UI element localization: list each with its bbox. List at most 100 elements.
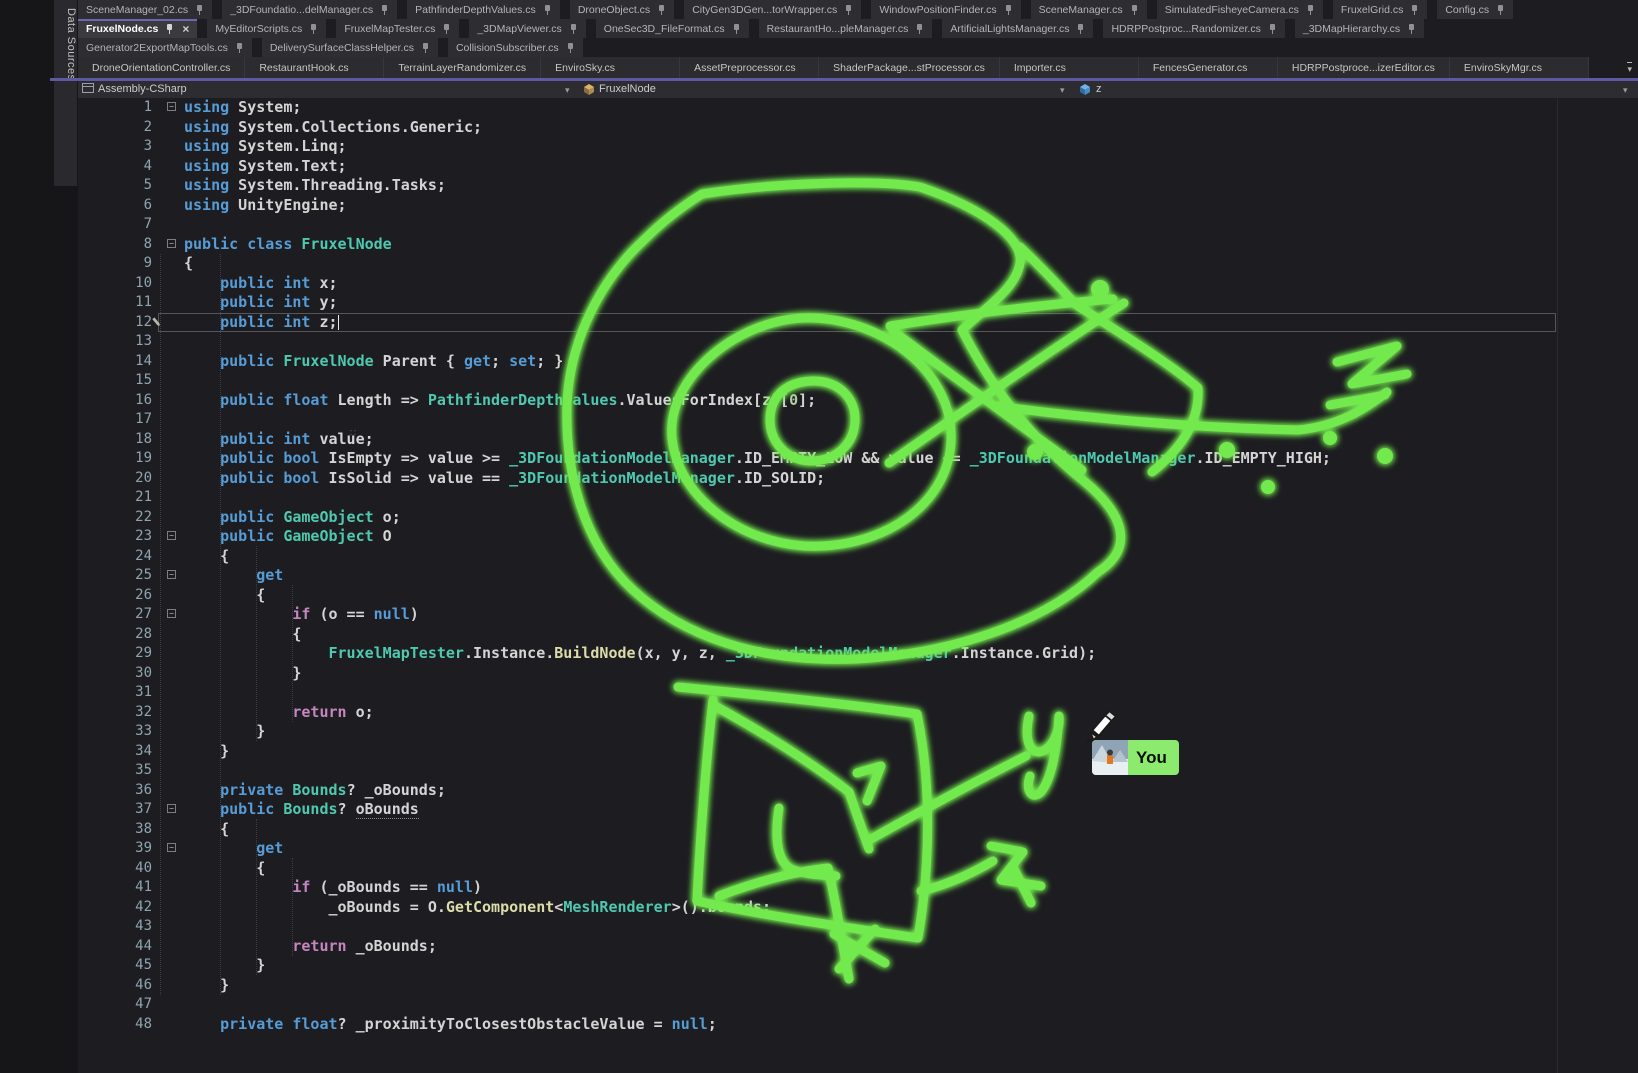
file-tab[interactable]: FruxelMapTester.cs bbox=[336, 19, 459, 38]
code-line[interactable]: 42 _oBounds = O.GetComponent<MeshRendere… bbox=[0, 898, 1638, 918]
pin-icon[interactable] bbox=[165, 23, 174, 34]
code-line[interactable]: 4using System.Text; bbox=[0, 157, 1638, 177]
code-line[interactable]: 21 bbox=[0, 488, 1638, 508]
code-line[interactable]: 1−using System; bbox=[0, 98, 1638, 118]
code-line[interactable]: 32 return o; bbox=[0, 703, 1638, 723]
fold-collapse-icon[interactable]: − bbox=[167, 102, 176, 111]
code-line[interactable]: 36 private Bounds? _oBounds; bbox=[0, 781, 1638, 801]
code-line[interactable]: 12 public int z; bbox=[0, 313, 1638, 333]
file-tab[interactable]: _3DFoundatio...delManager.cs bbox=[222, 0, 397, 19]
code-line[interactable]: 24 { bbox=[0, 547, 1638, 567]
code-line[interactable]: 19 public bool IsEmpty => value >= _3DFo… bbox=[0, 449, 1638, 469]
file-tab[interactable]: WindowPositionFinder.cs bbox=[871, 0, 1020, 19]
pin-icon[interactable] bbox=[1004, 4, 1013, 15]
code-line[interactable]: 30 } bbox=[0, 664, 1638, 684]
pin-icon[interactable] bbox=[657, 4, 666, 15]
pin-icon[interactable] bbox=[844, 4, 853, 15]
file-tab[interactable]: DeliverySurfaceClassHelper.cs bbox=[262, 38, 438, 57]
code-line[interactable]: 14 public FruxelNode Parent { get; set; … bbox=[0, 352, 1638, 372]
file-tab[interactable]: SimulatedFisheyeCamera.cs bbox=[1157, 0, 1323, 19]
file-tab[interactable]: CollisionSubscriber.cs bbox=[448, 38, 583, 57]
code-line[interactable]: 33 } bbox=[0, 722, 1638, 742]
file-tab[interactable]: Importer.cs bbox=[1000, 57, 1139, 78]
code-line[interactable]: 40 { bbox=[0, 859, 1638, 879]
file-tab[interactable]: ArtificialLightsManager.cs bbox=[942, 19, 1093, 38]
file-tab[interactable]: FruxelNode.cs× bbox=[78, 19, 197, 38]
code-line[interactable]: 23− public GameObject O bbox=[0, 527, 1638, 547]
code-line[interactable]: 3using System.Linq; bbox=[0, 137, 1638, 157]
file-tab[interactable]: FencesGenerator.cs bbox=[1139, 57, 1278, 78]
code-line[interactable]: 10 public int x; bbox=[0, 274, 1638, 294]
file-tab[interactable]: FruxelGrid.cs bbox=[1333, 0, 1427, 19]
code-line[interactable]: 25− get bbox=[0, 566, 1638, 586]
pin-icon[interactable] bbox=[1410, 4, 1419, 15]
code-line[interactable]: 47 bbox=[0, 995, 1638, 1015]
code-editor[interactable]: :: 1−using System;2using System.Collecti… bbox=[0, 0, 1638, 1073]
close-icon[interactable]: × bbox=[182, 23, 189, 35]
pin-icon[interactable] bbox=[732, 23, 741, 34]
code-line[interactable]: 31 bbox=[0, 683, 1638, 703]
file-tab[interactable]: AssetPreprocessor.cs bbox=[680, 57, 819, 78]
code-line[interactable]: 16 public float Length => PathfinderDept… bbox=[0, 391, 1638, 411]
code-line[interactable]: 2using System.Collections.Generic; bbox=[0, 118, 1638, 138]
code-line[interactable]: 9{ bbox=[0, 254, 1638, 274]
code-line[interactable]: 45 } bbox=[0, 956, 1638, 976]
file-tab[interactable]: CityGen3DGen...torWrapper.cs bbox=[684, 0, 861, 19]
chevron-down-icon[interactable]: ▾ bbox=[1060, 85, 1065, 96]
code-line[interactable]: 27− if (o == null) bbox=[0, 605, 1638, 625]
breadcrumb-member[interactable]: z bbox=[1096, 83, 1102, 95]
file-tab[interactable]: Generator2ExportMapTools.cs bbox=[78, 38, 252, 57]
code-line[interactable]: 34 } bbox=[0, 742, 1638, 762]
file-tab[interactable]: SceneManager.cs bbox=[1031, 0, 1147, 19]
data-sources-tab[interactable]: Data Sources bbox=[54, 0, 77, 186]
pin-icon[interactable] bbox=[566, 42, 575, 53]
code-line[interactable]: 43 bbox=[0, 917, 1638, 937]
pin-icon[interactable] bbox=[1130, 4, 1139, 15]
file-tab[interactable]: DroneObject.cs bbox=[570, 0, 674, 19]
file-tab[interactable]: OneSec3D_FileFormat.cs bbox=[596, 19, 749, 38]
file-tab[interactable]: Config.cs bbox=[1437, 0, 1513, 19]
code-line[interactable]: 18 public int value; bbox=[0, 430, 1638, 450]
pin-icon[interactable] bbox=[421, 42, 430, 53]
file-tab[interactable]: TerrainLayerRandomizer.cs bbox=[384, 57, 541, 78]
code-line[interactable]: 8−public class FruxelNode bbox=[0, 235, 1638, 255]
pin-icon[interactable] bbox=[569, 23, 578, 34]
breadcrumb-project[interactable]: Assembly-CSharp bbox=[98, 83, 187, 95]
pin-icon[interactable] bbox=[195, 4, 204, 15]
code-line[interactable]: 39− get bbox=[0, 839, 1638, 859]
file-tab[interactable]: PathfinderDepthValues.cs bbox=[407, 0, 560, 19]
code-line[interactable]: 29 FruxelMapTester.Instance.BuildNode(x,… bbox=[0, 644, 1638, 664]
pin-icon[interactable] bbox=[915, 23, 924, 34]
pin-icon[interactable] bbox=[1407, 23, 1416, 34]
code-line[interactable]: 20 public bool IsSolid => value == _3DFo… bbox=[0, 469, 1638, 489]
file-tab[interactable]: EnviroSky.cs bbox=[541, 57, 680, 78]
pin-icon[interactable] bbox=[1306, 4, 1315, 15]
tab-overflow-icon[interactable]: ▾ bbox=[1627, 62, 1632, 74]
fold-collapse-icon[interactable]: − bbox=[167, 843, 176, 852]
fold-collapse-icon[interactable]: − bbox=[167, 531, 176, 540]
breadcrumb-type[interactable]: FruxelNode bbox=[599, 83, 656, 95]
code-line[interactable]: 41 if (_oBounds == null) bbox=[0, 878, 1638, 898]
file-tab[interactable]: _3DMapHierarchy.cs bbox=[1295, 19, 1424, 38]
fold-collapse-icon[interactable]: − bbox=[167, 804, 176, 813]
code-line[interactable]: 22 public GameObject o; bbox=[0, 508, 1638, 528]
code-line[interactable]: 46 } bbox=[0, 976, 1638, 996]
pin-icon[interactable] bbox=[309, 23, 318, 34]
code-line[interactable]: 17 bbox=[0, 410, 1638, 430]
code-line[interactable]: 5using System.Threading.Tasks; bbox=[0, 176, 1638, 196]
file-tab[interactable]: SceneManager_02.cs bbox=[78, 0, 212, 19]
code-line[interactable]: 11 public int y; bbox=[0, 293, 1638, 313]
code-line[interactable]: 13 bbox=[0, 332, 1638, 352]
file-tab[interactable]: HDRPPostproce...izerEditor.cs bbox=[1278, 57, 1450, 78]
pin-icon[interactable] bbox=[1076, 23, 1085, 34]
code-line[interactable]: 48 private float? _proximityToClosestObs… bbox=[0, 1015, 1638, 1035]
fold-collapse-icon[interactable]: − bbox=[167, 609, 176, 618]
chevron-down-icon[interactable]: ▾ bbox=[1623, 85, 1628, 96]
file-tab[interactable]: DroneOrientationController.cs bbox=[78, 57, 245, 78]
chevron-down-icon[interactable]: ▾ bbox=[565, 85, 570, 96]
code-line[interactable]: 6using UnityEngine; bbox=[0, 196, 1638, 216]
pin-icon[interactable] bbox=[380, 4, 389, 15]
file-tab[interactable]: RestaurantHook.cs bbox=[245, 57, 384, 78]
code-line[interactable]: 38 { bbox=[0, 820, 1638, 840]
code-line[interactable]: 26 { bbox=[0, 586, 1638, 606]
